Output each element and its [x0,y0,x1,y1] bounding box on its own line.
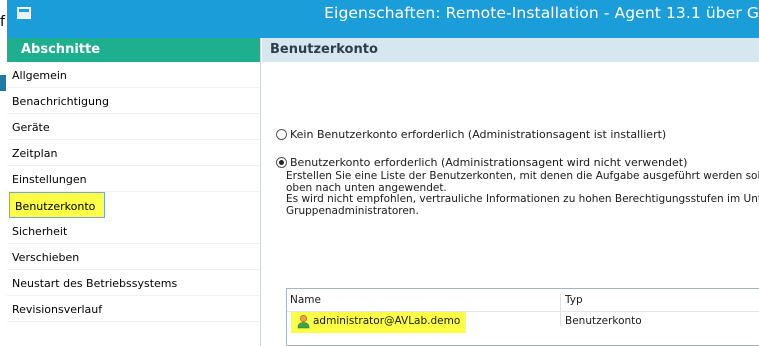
table-row[interactable]: administrator@AVLab.demo Benutzerkonto [287,311,759,333]
column-header-type[interactable]: Typ [565,294,583,306]
sidebar-item-geraete[interactable]: Geräte [7,114,260,140]
sidebar-item-benachrichtigung[interactable]: Benachrichtigung [7,88,260,114]
window-icon [17,7,31,19]
option-account-required-label: Benutzerkonto erforderlich (Administrati… [290,156,688,169]
account-name: administrator@AVLab.demo [313,315,461,327]
section-panel: Benutzerkonto Kein Benutzerkonto erforde… [262,38,759,346]
option-no-account[interactable]: Kein Benutzerkonto erforderlich (Adminis… [276,128,666,141]
column-header-name[interactable]: Name [290,294,321,306]
background-fragment [0,75,6,91]
account-name-cell[interactable]: administrator@AVLab.demo [291,312,466,333]
option-account-required[interactable]: Benutzerkonto erforderlich (Administrati… [276,156,687,169]
description-text: Erstellen Sie eine Liste der Benutzerkon… [286,170,759,217]
sidebar-item-neustart[interactable]: Neustart des Betriebssystems [7,270,260,296]
option-no-account-label: Kein Benutzerkonto erforderlich (Adminis… [290,128,667,141]
radio-button-checked[interactable] [276,157,287,168]
sidebar-item-zeitplan[interactable]: Zeitplan [7,140,260,166]
radio-button-unchecked[interactable] [276,129,287,140]
table-header: Name Typ [287,292,759,326]
accounts-table: Name Typ administrator@AVLab.demo Benutz… [286,288,759,346]
sidebar-item-allgemein[interactable]: Allgemein [7,62,260,88]
sidebar-header: Abschnitte [7,38,260,62]
description-line: Erstellen Sie eine Liste der Benutzerkon… [286,170,759,182]
window-title: Eigenschaften: Remote-Installation - Age… [324,4,759,22]
sidebar-item-sicherheit[interactable]: Sicherheit [7,218,260,244]
sidebar-item-einstellungen[interactable]: Einstellungen [7,166,260,192]
section-title: Benutzerkonto [262,38,759,62]
title-bar[interactable]: Eigenschaften: Remote-Installation - Age… [7,0,759,38]
user-icon [297,314,310,329]
sidebar-item-verschieben[interactable]: Verschieben [7,244,260,270]
account-type: Benutzerkonto [565,315,642,327]
sidebar-item-benutzerkonto[interactable]: Benutzerkonto [9,192,105,218]
sections-sidebar: Abschnitte Allgemein Benachrichtigung Ge… [7,38,261,346]
sidebar-item-revisionsverlauf[interactable]: Revisionsverlauf [7,296,260,322]
description-line: Gruppenadministratoren. [286,204,419,217]
